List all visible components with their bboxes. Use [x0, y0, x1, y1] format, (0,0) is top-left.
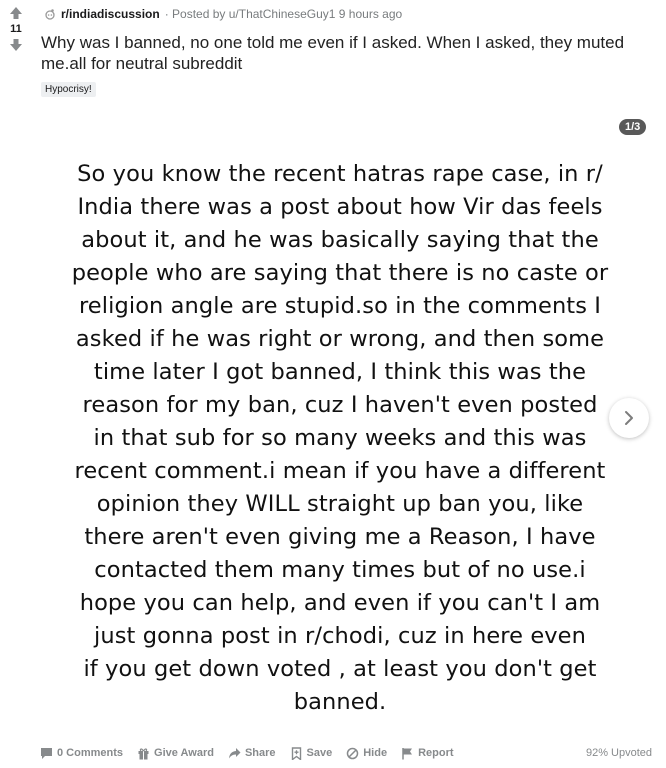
- image-text-line: So you know the recent hatras rape case,…: [77, 161, 603, 187]
- image-text-line: about it, and he was basically saying th…: [81, 227, 599, 253]
- image-text-line: asked if he was right or wrong, and then…: [75, 326, 605, 352]
- hide-icon: [346, 747, 359, 759]
- gallery-next-button[interactable]: [609, 398, 649, 438]
- vote-score: 11: [10, 23, 22, 35]
- upvote-arrow-icon[interactable]: [9, 6, 23, 20]
- post-flair[interactable]: Hypocrisy!: [41, 82, 96, 97]
- give-award-label: Give Award: [154, 747, 214, 759]
- image-text-line: just gonna post in r/chodi, cuz in here …: [94, 623, 586, 649]
- image-text-line: if you get down voted , at least you don…: [83, 656, 597, 682]
- chevron-right-icon: [625, 411, 633, 425]
- vote-column: 11: [0, 6, 32, 52]
- comments-label: 0 Comments: [57, 747, 124, 759]
- posted-by-text: · Posted by u/ThatChineseGuy1 9 hours ag…: [164, 7, 403, 21]
- hide-button[interactable]: Hide: [346, 747, 387, 760]
- image-text-line: there aren't even giving me a Reason, I …: [84, 524, 596, 550]
- image-text-line: religion angle are stupid.so in the comm…: [78, 293, 602, 319]
- save-label: Save: [306, 747, 333, 759]
- image-text-line: banned.: [293, 689, 387, 715]
- upvote-ratio: 92% Upvoted: [585, 747, 652, 759]
- share-icon: [228, 747, 241, 758]
- post-action-bar: 0 Comments Give Award Share Save Hide Re…: [40, 743, 652, 763]
- flag-icon: [402, 747, 413, 759]
- image-text-line: time later I got banned, I think this wa…: [93, 359, 587, 385]
- image-text-line: people who are saying that there is no c…: [71, 260, 609, 286]
- hide-label: Hide: [363, 747, 388, 759]
- comments-button[interactable]: 0 Comments: [40, 747, 123, 760]
- comment-icon: [41, 747, 52, 759]
- report-button[interactable]: Report: [401, 747, 454, 760]
- image-text-line: reason for my ban, cuz I haven't even po…: [82, 392, 598, 418]
- image-text-line: opinion they WILL straight up ban you, l…: [96, 491, 584, 517]
- downvote-arrow-icon[interactable]: [9, 38, 23, 52]
- save-button[interactable]: Save: [290, 746, 333, 760]
- give-award-button[interactable]: Give Award: [137, 747, 214, 760]
- post-meta: r/indiadiscussion · Posted by u/ThatChin…: [44, 7, 402, 21]
- post-image[interactable]: So you know the recent hatras rape case,…: [60, 158, 620, 719]
- image-text-line: contacted them many times but of no use.…: [94, 557, 586, 583]
- image-text-line: India there was a post about how Vir das…: [77, 194, 603, 220]
- subreddit-icon[interactable]: [44, 8, 56, 20]
- share-label: Share: [244, 747, 276, 759]
- image-text-line: recent comment.i mean if you have a diff…: [74, 458, 606, 484]
- image-text-line: hope you can help, and even if you can't…: [79, 590, 601, 616]
- image-text-line: in that sub for so many weeks and this w…: [93, 425, 587, 451]
- gallery-counter: 1/3: [619, 119, 647, 135]
- gift-icon: [138, 747, 149, 759]
- bookmark-icon: [291, 746, 301, 760]
- share-button[interactable]: Share: [228, 747, 276, 760]
- subreddit-link[interactable]: r/indiadiscussion: [61, 7, 160, 21]
- report-label: Report: [418, 747, 454, 759]
- post-title[interactable]: Why was I banned, no one told me even if…: [41, 32, 641, 74]
